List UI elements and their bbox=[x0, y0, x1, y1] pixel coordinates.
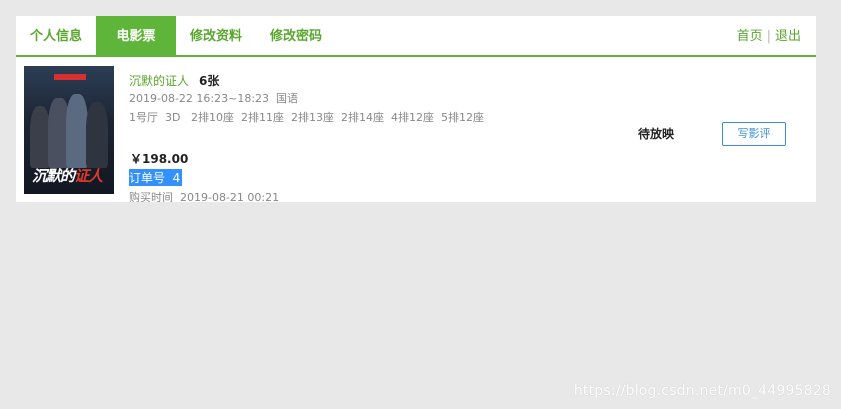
poster-figure bbox=[86, 102, 108, 168]
movie-name[interactable]: 沉默的证人 bbox=[129, 74, 189, 88]
seat: 2排13座 bbox=[290, 111, 334, 124]
tab-change-password[interactable]: 修改密码 bbox=[256, 16, 336, 57]
showtime-line: 2019-08-22 16:23~18:23 国语 bbox=[129, 90, 298, 106]
link-separator: | bbox=[766, 29, 771, 44]
seat: 2排11座 bbox=[240, 111, 284, 124]
hall-seats-line: 1号厅 3D 2排10座 2排11座 2排13座 2排14座 4排12座 5排1… bbox=[129, 109, 484, 125]
movie-poster[interactable]: 沉默的证人 bbox=[24, 66, 114, 194]
buy-time-label: 购买时间 bbox=[129, 191, 173, 202]
top-links: 首页 | 退出 bbox=[737, 16, 801, 57]
tab-bar: 个人信息 电影票 修改资料 修改密码 首页 | 退出 bbox=[16, 16, 816, 57]
order-number-line: 订单号 4 bbox=[129, 169, 183, 186]
showtime: 2019-08-22 16:23~18:23 bbox=[129, 92, 270, 105]
order-status: 待放映 bbox=[638, 127, 675, 141]
seat: 2排14座 bbox=[340, 111, 384, 124]
poster-brand-mark bbox=[54, 74, 86, 80]
order-number-label: 订单号 bbox=[129, 171, 166, 185]
seat: 5排12座 bbox=[440, 111, 484, 124]
buy-time-line: 购买时间 2019-08-21 00:21 bbox=[129, 189, 279, 202]
language: 国语 bbox=[276, 92, 299, 105]
tab-edit-profile[interactable]: 修改资料 bbox=[176, 16, 256, 57]
order-price: ￥198.00 bbox=[130, 152, 189, 166]
tab-personal-info[interactable]: 个人信息 bbox=[16, 16, 96, 57]
format: 3D bbox=[165, 111, 181, 124]
hall: 1号厅 bbox=[129, 111, 158, 124]
watermark: https://blog.csdn.net/m0_44995828 bbox=[573, 383, 831, 399]
account-panel: 个人信息 电影票 修改资料 修改密码 首页 | 退出 沉默的证人 沉默的证人 6张 2… bbox=[16, 16, 816, 202]
poster-title-art: 沉默的证人 bbox=[32, 167, 103, 185]
order-number: 4 bbox=[172, 171, 181, 185]
movie-line: 沉默的证人 6张 bbox=[129, 70, 219, 89]
tab-movie-tickets[interactable]: 电影票 bbox=[96, 16, 176, 57]
ticket-count: 6张 bbox=[199, 74, 220, 88]
buy-time: 2019-08-21 00:21 bbox=[180, 191, 280, 202]
seat: 4排12座 bbox=[390, 111, 434, 124]
write-review-button[interactable]: 写影评 bbox=[722, 122, 786, 146]
seat: 2排10座 bbox=[190, 111, 234, 124]
home-link[interactable]: 首页 bbox=[737, 29, 763, 44]
logout-link[interactable]: 退出 bbox=[775, 29, 801, 44]
poster-figure bbox=[30, 106, 50, 168]
poster-figure bbox=[66, 94, 88, 168]
